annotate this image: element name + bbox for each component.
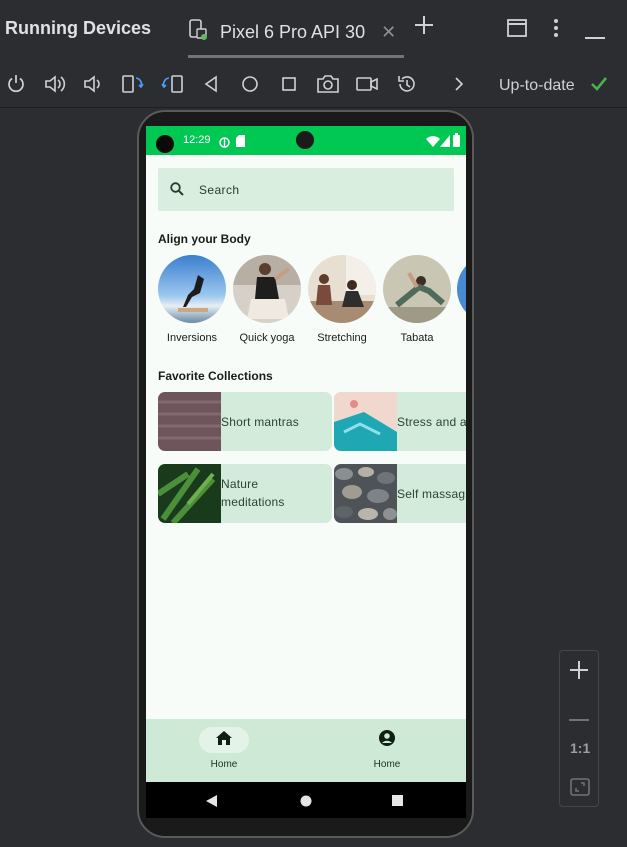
zoom-in-icon[interactable] — [569, 660, 589, 685]
stress-image — [334, 392, 397, 451]
align-item-partial[interactable] — [457, 255, 466, 323]
tool-window-title: Running Devices — [5, 18, 152, 38]
system-overview-icon[interactable] — [392, 794, 404, 812]
collection-card-short-mantras[interactable]: Short mantras — [158, 392, 332, 451]
tabata-image — [383, 255, 451, 323]
align-item-label: Tabata — [400, 332, 434, 344]
camera-punch-hole — [296, 131, 314, 149]
system-back-icon[interactable] — [206, 794, 218, 812]
sd-card-icon — [236, 134, 245, 152]
collection-card-self-massage[interactable]: Self massag — [334, 464, 466, 523]
minimize-icon[interactable] — [585, 27, 605, 45]
back-icon[interactable] — [203, 75, 219, 98]
align-item-inversions[interactable]: Inversions — [158, 255, 226, 344]
collection-label: Short mantras — [221, 415, 299, 429]
data-saver-icon — [219, 135, 230, 153]
reset-icon[interactable] — [396, 74, 418, 99]
collection-label-text: Nature meditations — [221, 477, 285, 509]
align-item-label: Quick yoga — [239, 332, 295, 344]
device-tab-label: Pixel 6 Pro API 30 — [220, 21, 366, 42]
collection-label: Nature meditations — [221, 475, 301, 511]
align-item-tabata[interactable]: Tabata — [383, 255, 451, 344]
partial-image — [457, 255, 466, 323]
window-layout-icon[interactable] — [507, 19, 527, 42]
system-navigation-bar — [146, 782, 466, 818]
section-title-align: Align your Body — [158, 232, 251, 246]
self-massage-image — [334, 464, 397, 523]
actual-size-button[interactable]: 1:1 — [570, 740, 590, 756]
nav-indicator — [362, 727, 412, 753]
inversions-image — [158, 255, 226, 323]
device-screen[interactable]: 12:29 Search Align your Body Inversions — [146, 126, 466, 818]
align-item-label: Stretching — [317, 332, 367, 344]
volume-up-icon[interactable] — [44, 74, 66, 99]
add-icon[interactable] — [413, 14, 435, 41]
power-icon[interactable] — [6, 74, 26, 99]
rotate-right-icon[interactable] — [160, 74, 184, 99]
signal-icon — [440, 134, 450, 152]
collection-label: Stress and a — [397, 415, 466, 429]
collection-card-nature[interactable]: Nature meditations — [158, 464, 332, 523]
home-icon — [216, 730, 232, 750]
nav-item-home[interactable]: Home — [184, 727, 264, 770]
nav-label: Home — [210, 759, 238, 770]
device-tab[interactable]: Pixel 6 Pro API 30 ✕ — [188, 14, 396, 50]
account-circle-icon — [379, 729, 395, 751]
align-item-label: Inversions — [166, 332, 218, 344]
collection-card-stress[interactable]: Stress and a — [334, 392, 466, 451]
rotate-left-icon[interactable] — [121, 74, 145, 99]
collection-label: Self massag — [397, 487, 466, 501]
nature-image — [158, 464, 221, 523]
home-icon[interactable] — [241, 75, 259, 98]
nav-indicator — [199, 727, 249, 753]
align-item-quick-yoga[interactable]: Quick yoga — [233, 255, 301, 344]
video-icon[interactable] — [355, 75, 379, 98]
status-bar: 12:29 — [146, 126, 466, 155]
tool-window-header: Running Devices Pixel 6 Pro API 30 ✕ — [0, 0, 627, 60]
zoom-controls: 1:1 — [559, 650, 599, 807]
bottom-navigation: Home Home — [146, 719, 466, 782]
quick-yoga-image — [233, 255, 301, 323]
zoom-out-icon[interactable] — [569, 708, 589, 726]
stretching-image — [308, 255, 376, 323]
search-placeholder: Search — [199, 183, 240, 197]
wifi-icon — [426, 134, 440, 152]
tab-underline — [188, 55, 404, 58]
volume-down-icon[interactable] — [83, 74, 103, 99]
fit-screen-icon[interactable] — [570, 778, 590, 801]
nav-item-profile[interactable]: Home — [347, 727, 427, 770]
system-home-icon[interactable] — [300, 794, 312, 812]
device-icon — [188, 18, 208, 46]
search-icon — [170, 182, 184, 201]
more-options-icon[interactable] — [553, 18, 559, 43]
sensor-dot — [156, 135, 174, 153]
check-icon — [590, 76, 608, 97]
battery-icon — [453, 133, 460, 152]
close-icon[interactable]: ✕ — [381, 22, 396, 43]
chevron-right-icon[interactable] — [454, 77, 464, 96]
search-input[interactable]: Search — [158, 168, 454, 211]
sync-status: Up-to-date — [499, 77, 575, 94]
status-time: 12:29 — [183, 134, 211, 146]
camera-icon[interactable] — [316, 74, 340, 99]
short-mantras-image — [158, 392, 221, 451]
overview-icon[interactable] — [281, 76, 297, 97]
align-item-stretching[interactable]: Stretching — [308, 255, 376, 344]
section-title-collections: Favorite Collections — [158, 369, 273, 383]
nav-label: Home — [373, 759, 401, 770]
